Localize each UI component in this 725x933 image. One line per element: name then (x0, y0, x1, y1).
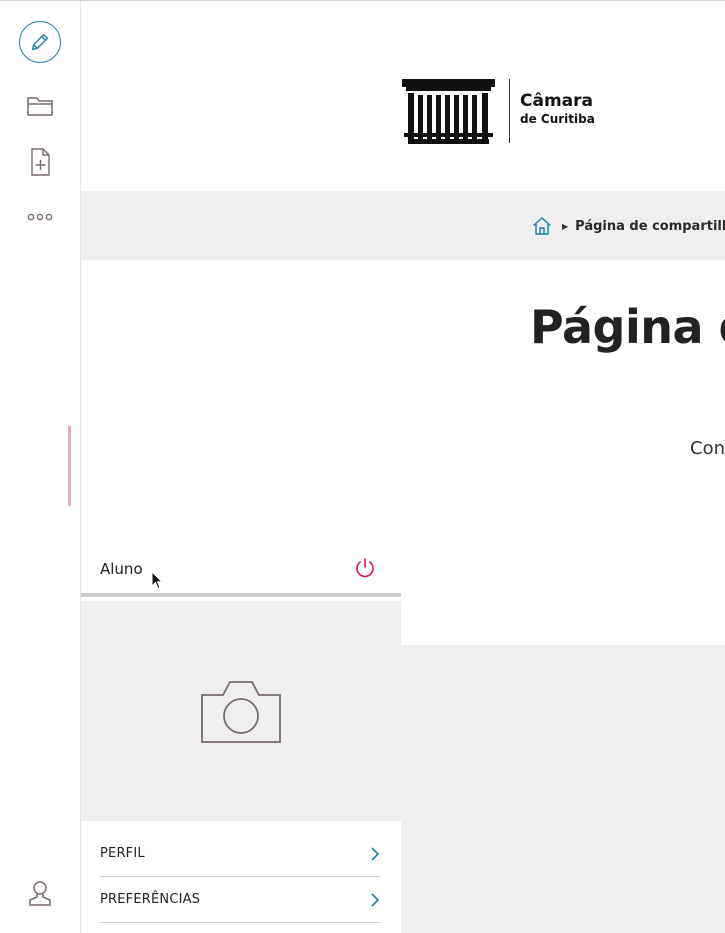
page: Câmara de Curitiba ▶ Página de compartil… (0, 0, 725, 933)
new-document-button[interactable] (0, 145, 80, 179)
logo-subname: de Curitiba (520, 112, 595, 126)
mouse-cursor-icon (151, 571, 164, 590)
breadcrumb-current[interactable]: Página de compartilhamento (575, 219, 725, 234)
breadcrumb-bar: ▶ Página de compartilhamento (81, 191, 725, 260)
edit-button[interactable] (0, 19, 80, 65)
profile-photo-upload[interactable] (81, 601, 401, 821)
more-button[interactable] (0, 206, 80, 228)
more-icon (27, 213, 53, 221)
header: Câmara de Curitiba (81, 1, 725, 191)
user-panel: Aluno PERFIL PREFERÊNCIAS (81, 540, 401, 933)
content-area-top (401, 540, 725, 645)
menu-item-perfil[interactable]: PERFIL (100, 831, 380, 877)
logo-wordmark: Câmara de Curitiba (520, 91, 595, 126)
breadcrumb: ▶ Página de compartilhamento (532, 216, 725, 236)
camera-icon (201, 681, 281, 743)
page-subtitle: Con (690, 438, 725, 459)
account-button[interactable] (0, 875, 80, 911)
page-title: Página de compartilhamento (530, 300, 725, 354)
logo-divider (509, 79, 510, 143)
chevron-right-icon (371, 846, 380, 861)
pencil-icon (19, 21, 61, 63)
new-document-icon (31, 148, 50, 176)
content-area (401, 645, 725, 933)
user-name: Aluno (100, 560, 143, 578)
user-panel-header: Aluno (81, 540, 401, 597)
caret-right-icon: ▶ (562, 221, 569, 231)
menu-item-label: PERFIL (100, 846, 145, 861)
user-icon (29, 881, 51, 906)
menu-item-label: PREFERÊNCIAS (100, 892, 201, 907)
chevron-right-icon (371, 892, 380, 907)
folder-button[interactable] (0, 91, 80, 121)
home-icon[interactable] (532, 216, 552, 236)
power-icon[interactable] (354, 557, 376, 579)
logo-name: Câmara (520, 91, 593, 111)
scroll-indicator (68, 426, 71, 506)
menu-item-preferencias[interactable]: PREFERÊNCIAS (100, 877, 380, 923)
folder-icon (27, 97, 53, 116)
